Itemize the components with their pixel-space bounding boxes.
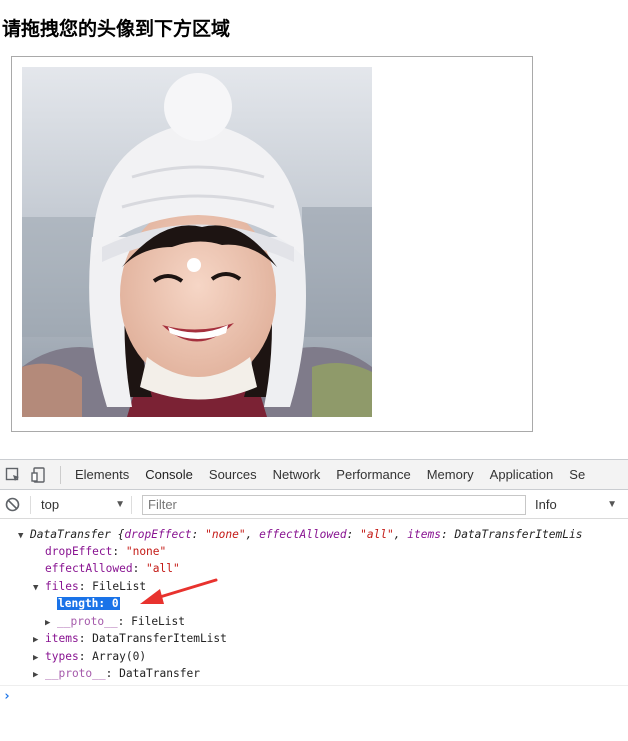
console-prompt-line[interactable]: › bbox=[0, 685, 628, 707]
tab-security[interactable]: Se bbox=[561, 460, 593, 489]
summary-name: DataTransfer bbox=[30, 528, 111, 541]
triangle-down-icon[interactable]: ▼ bbox=[33, 580, 45, 597]
prop-dropeffect: dropEffect: "none" bbox=[45, 545, 167, 558]
triangle-right-icon[interactable]: ▶ bbox=[33, 667, 45, 684]
filter-input[interactable] bbox=[142, 494, 526, 515]
tab-elements[interactable]: Elements bbox=[67, 460, 137, 489]
prompt-chevron-icon: › bbox=[3, 689, 11, 704]
prop-value: DataTransfer bbox=[119, 667, 200, 680]
prop-effectallowed: effectAllowed: "all" bbox=[45, 562, 180, 575]
context-selector[interactable]: top ▼ bbox=[37, 497, 125, 512]
caret-down-icon: ▼ bbox=[607, 499, 617, 510]
filter-separator bbox=[30, 495, 31, 514]
devtools-panel: Elements Console Sources Network Perform… bbox=[0, 459, 628, 741]
tab-console[interactable]: Console bbox=[137, 460, 201, 489]
caret-down-icon: ▼ bbox=[115, 499, 125, 510]
triangle-right-icon[interactable]: ▶ bbox=[33, 632, 45, 649]
prop-value: "all" bbox=[146, 562, 180, 575]
prop-length[interactable]: length: 0 bbox=[57, 595, 120, 612]
prop-items[interactable]: ▶ items: DataTransferItemList bbox=[33, 630, 227, 647]
summary-key: items bbox=[407, 528, 441, 541]
tab-application[interactable]: Application bbox=[482, 460, 562, 489]
summary-value: "all" bbox=[360, 528, 394, 541]
prop-key: __proto__ bbox=[45, 667, 106, 680]
prop-value: "none" bbox=[125, 545, 167, 558]
prop-key: __proto__ bbox=[57, 615, 118, 628]
prop-key: files bbox=[45, 580, 79, 593]
clear-console-icon[interactable] bbox=[0, 491, 24, 519]
console-object-summary[interactable]: ▼ DataTransfer {dropEffect: "none", effec… bbox=[18, 526, 582, 543]
filter-separator bbox=[131, 495, 132, 514]
tab-separator bbox=[60, 465, 61, 484]
prop-key: items bbox=[45, 632, 79, 645]
console-output: ▼ DataTransfer {dropEffect: "none", effec… bbox=[0, 520, 628, 685]
length-selected-text: length: 0 bbox=[57, 597, 120, 610]
devtools-tabbar: Elements Console Sources Network Perform… bbox=[0, 460, 628, 490]
prop-value: FileList bbox=[131, 615, 185, 628]
tab-memory[interactable]: Memory bbox=[419, 460, 482, 489]
prop-proto[interactable]: ▶ __proto__: DataTransfer bbox=[33, 665, 200, 682]
summary-value: DataTransferItemLis bbox=[454, 528, 583, 541]
summary-key: effectAllowed bbox=[259, 528, 347, 541]
avatar-drop-zone[interactable] bbox=[11, 56, 533, 432]
summary-brace: { bbox=[110, 528, 125, 541]
avatar-image bbox=[22, 67, 372, 417]
tab-performance[interactable]: Performance bbox=[328, 460, 418, 489]
summary-value: "none" bbox=[205, 528, 246, 541]
log-level-selector[interactable]: Info ▼ bbox=[535, 497, 617, 512]
summary-key: dropEffect bbox=[124, 528, 192, 541]
log-level-value: Info bbox=[535, 497, 557, 512]
console-filterbar: top ▼ Info ▼ bbox=[0, 491, 628, 519]
triangle-down-icon[interactable]: ▼ bbox=[18, 528, 30, 545]
prop-files[interactable]: ▼ files: FileList bbox=[33, 578, 146, 595]
prop-files-proto[interactable]: ▶ __proto__: FileList bbox=[45, 613, 185, 630]
tab-network[interactable]: Network bbox=[265, 460, 329, 489]
context-value: top bbox=[41, 497, 60, 512]
prop-key: effectAllowed bbox=[45, 562, 133, 575]
prop-value: DataTransferItemList bbox=[92, 632, 227, 645]
prop-value: Array(0) bbox=[92, 650, 147, 663]
device-toolbar-icon[interactable] bbox=[26, 460, 52, 489]
prop-key: types bbox=[45, 650, 79, 663]
prop-types[interactable]: ▶ types: Array(0) bbox=[33, 648, 146, 665]
prop-value: FileList bbox=[92, 580, 147, 593]
inspect-element-icon[interactable] bbox=[0, 460, 26, 489]
prop-key: dropEffect bbox=[45, 545, 113, 558]
tab-sources[interactable]: Sources bbox=[201, 460, 265, 489]
page-title: 请拖拽您的头像到下方区域 bbox=[2, 18, 231, 40]
